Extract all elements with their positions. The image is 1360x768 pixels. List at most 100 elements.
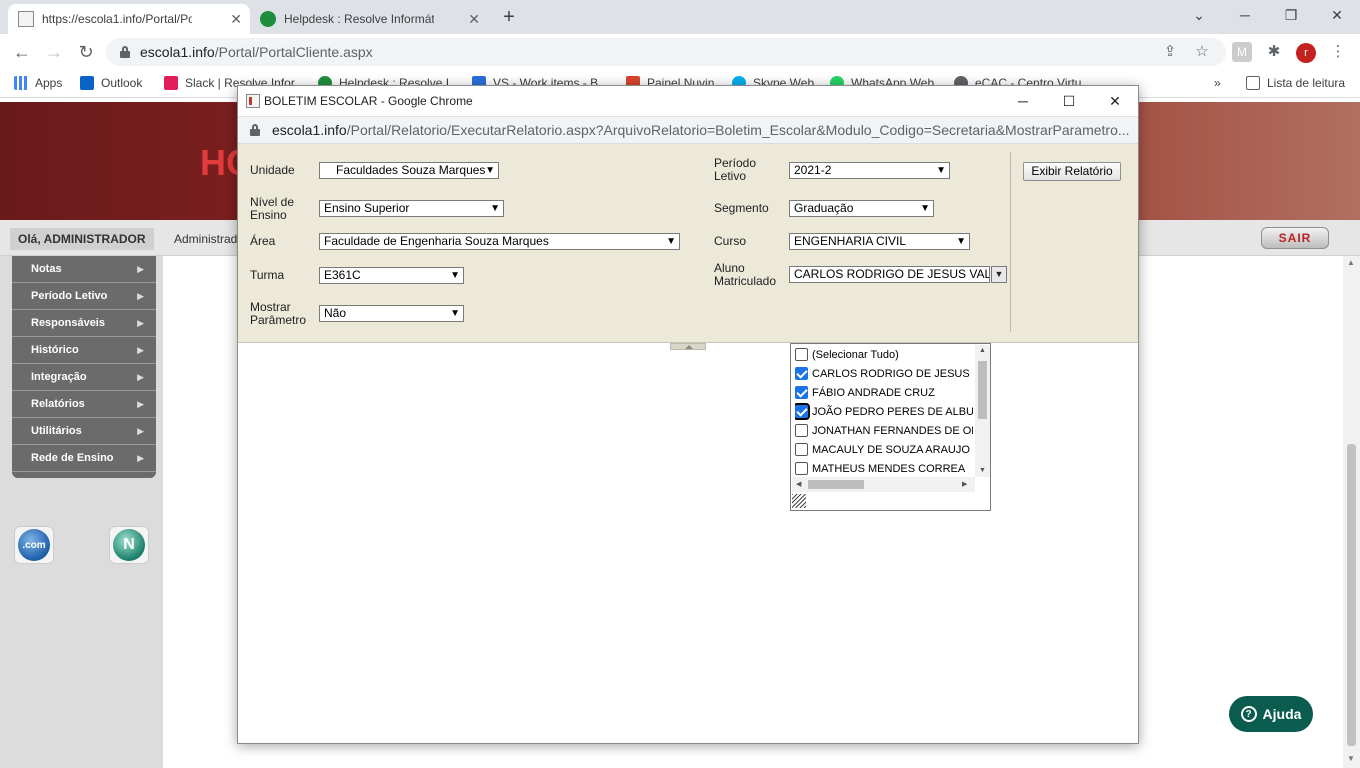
tab-strip: https://escola1.info/Portal/PortalClient…: [0, 0, 1360, 34]
area-select[interactable]: Faculdade de Engenharia Souza Marques ▼: [319, 233, 680, 250]
close-window-button[interactable]: ✕: [1314, 4, 1360, 26]
com-badge-button[interactable]: .com: [14, 526, 54, 564]
menu-label: Período Letivo: [31, 290, 108, 302]
close-tab-icon[interactable]: ✕: [230, 11, 242, 28]
aluno-multiselect[interactable]: CARLOS RODRIGO DE JESUS VALEN: [789, 266, 990, 283]
scroll-right-icon[interactable]: ▶: [962, 480, 967, 488]
scroll-up-icon[interactable]: ▲: [1347, 258, 1355, 267]
close-tab-icon[interactable]: ✕: [468, 11, 480, 28]
aluno-dropdown-toggle[interactable]: ▼: [991, 266, 1007, 283]
scroll-thumb[interactable]: [808, 480, 864, 489]
profile-avatar[interactable]: r: [1296, 43, 1316, 63]
extension-m-icon[interactable]: M: [1232, 42, 1252, 62]
unidade-select[interactable]: Faculdades Souza Marques ▼: [319, 162, 499, 179]
menu-item-historico[interactable]: Histórico ▶: [12, 337, 156, 364]
help-label: Ajuda: [1262, 706, 1302, 722]
turma-select[interactable]: E361C ▼: [319, 267, 464, 284]
mostrar-select[interactable]: Não ▼: [319, 305, 464, 322]
menu-item-rede-ensino[interactable]: Rede de Ensino ▶: [12, 445, 156, 472]
scroll-thumb[interactable]: [978, 361, 987, 419]
resize-grip-icon[interactable]: [792, 494, 806, 508]
list-item[interactable]: (Selecionar Tudo): [795, 345, 973, 364]
menu-item-notas[interactable]: Notas ▶: [12, 256, 156, 283]
checkbox-unchecked-icon[interactable]: [795, 348, 808, 361]
area-label: Área: [250, 234, 276, 248]
com-globe-icon: .com: [18, 529, 50, 561]
collapse-parameters-button[interactable]: [670, 343, 706, 350]
list-item[interactable]: MATHEUS MENDES CORREA: [795, 459, 973, 478]
admin-label: Administrad: [174, 232, 238, 246]
popup-address-bar[interactable]: escola1.info/Portal/Relatorio/ExecutarRe…: [238, 116, 1138, 144]
aluno-options-list[interactable]: (Selecionar Tudo) CARLOS RODRIGO DE JESU…: [790, 343, 991, 511]
menu-item-integracao[interactable]: Integração ▶: [12, 364, 156, 391]
lock-icon: [250, 124, 260, 136]
reading-list[interactable]: Lista de leitura: [1246, 76, 1345, 90]
minimize-button[interactable]: ─: [1222, 4, 1268, 26]
page-scrollbar[interactable]: ▲ ▼: [1343, 256, 1360, 768]
tab-search-icon[interactable]: ⌄: [1176, 4, 1222, 26]
list-item[interactable]: JOÃO PEDRO PERES DE ALBUQUERQUE: [795, 402, 973, 421]
scroll-left-icon[interactable]: ◀: [796, 480, 801, 488]
more-bookmarks[interactable]: »: [1214, 76, 1221, 90]
help-question-icon: ?: [1240, 706, 1257, 722]
checkbox-unchecked-icon[interactable]: [795, 424, 808, 437]
popup-minimize-button[interactable]: ─: [1000, 90, 1046, 112]
list-item[interactable]: MACAULY DE SOUZA ARAUJO: [795, 440, 973, 459]
checkbox-checked-icon[interactable]: [795, 386, 808, 399]
scroll-down-icon[interactable]: ▼: [979, 467, 986, 474]
checkbox-checked-icon[interactable]: [795, 403, 810, 420]
scroll-up-icon[interactable]: ▲: [979, 347, 986, 354]
restore-button[interactable]: ❐: [1268, 4, 1314, 26]
nivel-label: Nível de Ensino: [250, 195, 295, 222]
menu-item-periodo[interactable]: Período Letivo ▶: [12, 283, 156, 310]
list-item[interactable]: FÁBIO ANDRADE CRUZ: [795, 383, 973, 402]
checkbox-unchecked-icon[interactable]: [795, 443, 808, 456]
menu-item-relatorios[interactable]: Relatórios ▶: [12, 391, 156, 418]
menu-label: Histórico: [31, 344, 79, 356]
reload-button[interactable]: ↻: [74, 40, 98, 64]
scroll-thumb[interactable]: [1347, 444, 1356, 746]
curso-select[interactable]: ENGENHARIA CIVIL ▼: [789, 233, 970, 250]
menu-item-responsaveis[interactable]: Responsáveis ▶: [12, 310, 156, 337]
chevron-right-icon: ▶: [137, 453, 144, 463]
checkbox-checked-icon[interactable]: [795, 367, 808, 380]
forward-button[interactable]: →: [42, 40, 66, 64]
new-tab-button[interactable]: +: [498, 6, 520, 29]
bookmark-label: Apps: [35, 76, 63, 90]
chevron-down-icon: ▼: [450, 308, 460, 319]
chevron-down-icon: ▼: [450, 270, 460, 281]
bookmark-apps[interactable]: Apps: [14, 76, 62, 90]
help-button[interactable]: ? Ajuda: [1229, 696, 1313, 732]
tab-portal[interactable]: https://escola1.info/Portal/PortalClient…: [8, 4, 250, 34]
menu-kebab-icon[interactable]: ⋮: [1328, 42, 1348, 62]
share-icon[interactable]: ⇪: [1160, 42, 1180, 62]
address-bar[interactable]: escola1.info/Portal/PortalCliente.aspx: [106, 38, 1226, 66]
options-vertical-scrollbar[interactable]: ▲ ▼: [975, 345, 990, 477]
popup-close-button[interactable]: ✕: [1092, 90, 1138, 112]
nivel-select[interactable]: Ensino Superior ▼: [319, 200, 504, 217]
extensions-puzzle-icon[interactable]: ✱: [1264, 42, 1284, 62]
bookmark-outlook[interactable]: Outlook: [80, 76, 142, 90]
options-horizontal-scrollbar[interactable]: ◀ ▶: [792, 477, 975, 492]
scroll-down-icon[interactable]: ▼: [1347, 754, 1355, 763]
segmento-select[interactable]: Graduação ▼: [789, 200, 934, 217]
periodo-value: 2021-2: [794, 163, 832, 177]
exibir-relatorio-button[interactable]: Exibir Relatório: [1023, 162, 1121, 181]
tab-helpdesk[interactable]: Helpdesk : Resolve Informática ✕: [250, 4, 488, 34]
mostrar-label: Mostrar Parâmetro: [250, 300, 307, 327]
list-item[interactable]: JONATHAN FERNANDES DE OLIVEIRA: [795, 421, 973, 440]
list-item[interactable]: CARLOS RODRIGO DE JESUS VALEN: [795, 364, 973, 383]
chevron-right-icon: ▶: [137, 399, 144, 409]
menu-item-utilitarios[interactable]: Utilitários ▶: [12, 418, 156, 445]
logout-button[interactable]: SAIR: [1261, 227, 1329, 249]
n-badge-button[interactable]: N: [109, 526, 149, 564]
option-label: CARLOS RODRIGO DE JESUS VALEN: [812, 367, 973, 380]
tab-title: Helpdesk : Resolve Informática: [284, 12, 434, 26]
popup-maximize-button[interactable]: ☐: [1046, 90, 1092, 112]
curso-value: ENGENHARIA CIVIL: [794, 234, 907, 248]
segmento-label: Segmento: [714, 201, 769, 215]
checkbox-unchecked-icon[interactable]: [795, 462, 808, 475]
bookmark-star-icon[interactable]: ☆: [1192, 42, 1212, 62]
periodo-select[interactable]: 2021-2 ▼: [789, 162, 950, 179]
back-button[interactable]: ←: [10, 40, 34, 64]
